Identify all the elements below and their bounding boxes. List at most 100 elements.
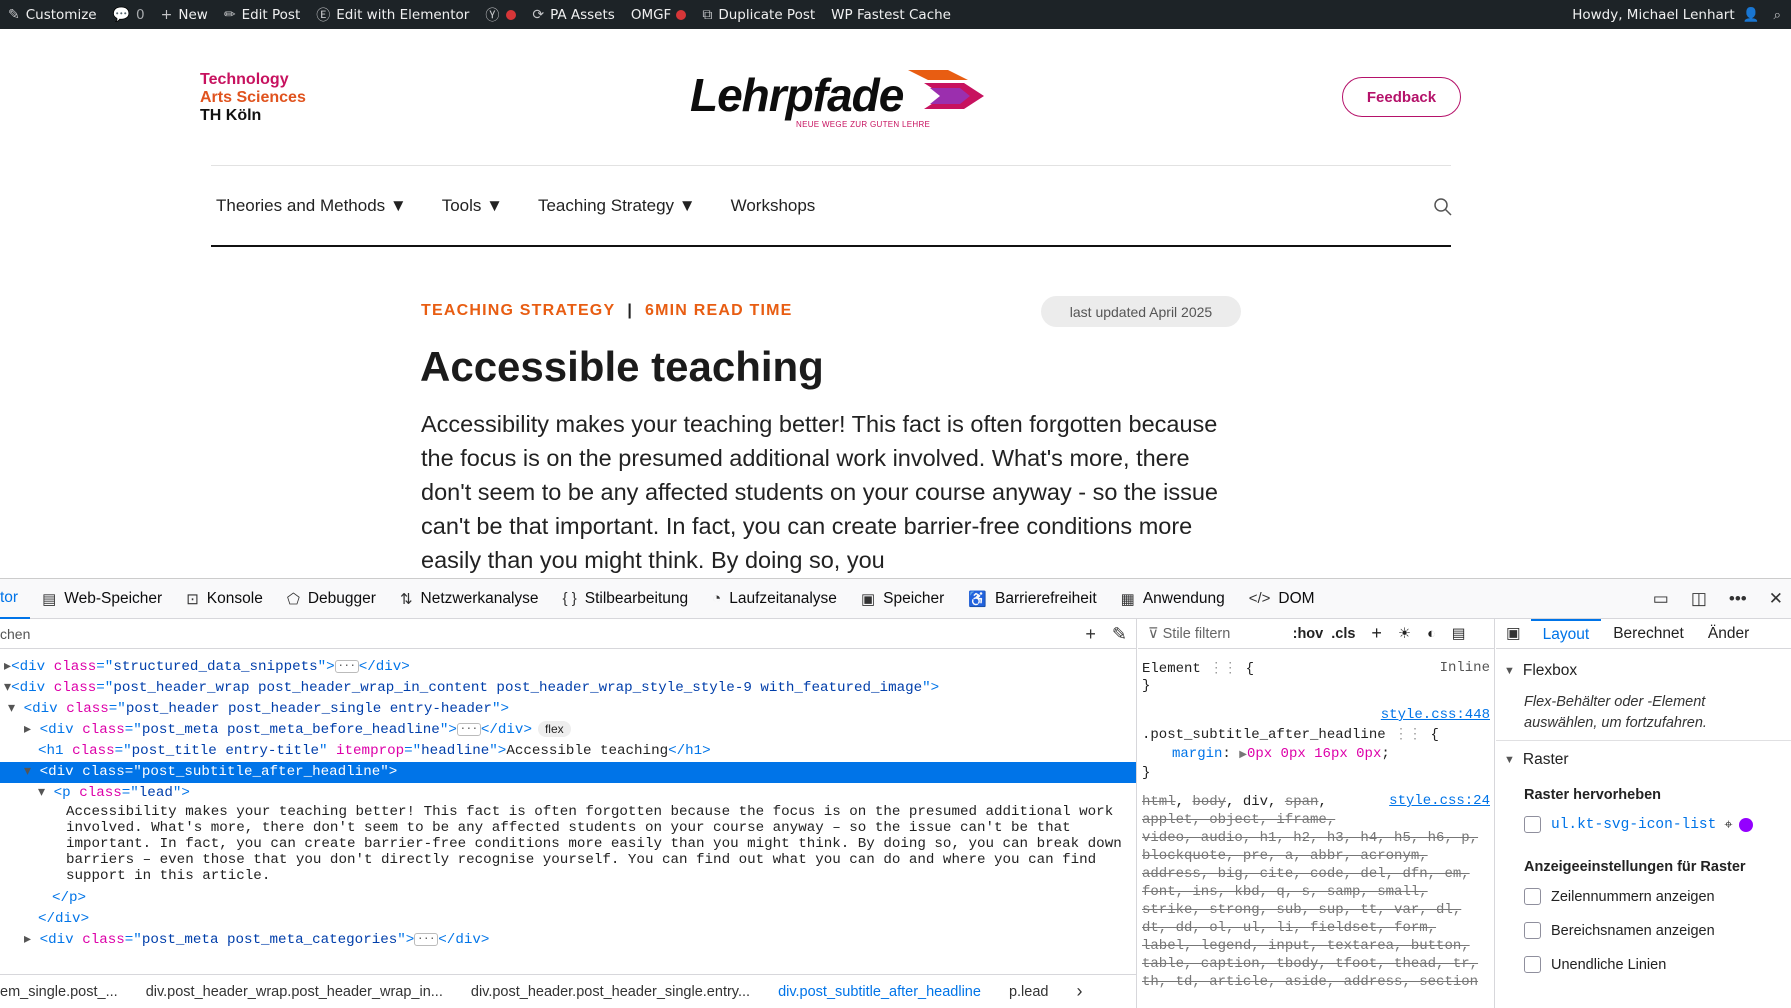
category-link[interactable]: TEACHING STRATEGY [421,302,615,320]
ellipsis-badge[interactable]: ··· [414,932,439,946]
comments-link[interactable]: 💬 0 [105,0,153,29]
filter-styles-input[interactable]: Stile filtern [1163,626,1283,642]
tab-storage[interactable]: ▤ Web-Speicher [30,579,174,619]
tab-inspector[interactable]: tor [0,579,31,619]
raster-section-header[interactable]: ▼ Raster [1504,751,1569,769]
eyedropper-icon[interactable]: ✎ [1112,624,1127,645]
breadcrumb-item[interactable]: div.post_header_wrap.post_header_wrap_in… [146,984,443,1000]
duplicate-post-label: Duplicate Post [718,6,816,23]
pa-assets-link[interactable]: ⟳ PA Assets [524,0,622,29]
comments-count: 0 [136,6,145,23]
yoast-link[interactable]: Ⓨ [477,0,524,29]
tab-layout[interactable]: Layout [1530,619,1602,649]
new-link[interactable]: + New [153,0,216,29]
flexbox-section-header[interactable]: ▼ Flexbox [1504,662,1577,680]
infinite-lines-checkbox[interactable] [1524,956,1541,973]
expand-arrow-icon[interactable]: ▸ [24,932,40,948]
tab-accessibility[interactable]: ♿ Barrierefreiheit [956,579,1108,619]
breadcrumb-item-active[interactable]: div.post_subtitle_after_headline [778,984,981,1000]
source-link[interactable]: style.css:448 [1381,707,1490,723]
tab-network[interactable]: ⇅ Netzwerkanalyse [388,579,551,619]
lehrpfade-logo[interactable]: Lehrpfade NEUE WEGE ZUR GUTEN LEHRE [690,64,984,134]
feedback-button[interactable]: Feedback [1342,77,1461,117]
nav-tools[interactable]: Tools ▼ [442,196,503,216]
tree-row[interactable]: </div> [0,909,1136,930]
expand-arrow-icon[interactable]: ▸ [24,722,40,738]
tree-row[interactable]: ▸ <div class="post_meta post_meta_catego… [0,930,1136,951]
nav-teaching-strategy[interactable]: Teaching Strategy ▼ [538,196,696,216]
tree-row[interactable]: ▸ <div class="post_meta post_meta_before… [0,720,1136,741]
search-icon[interactable] [1433,197,1453,217]
tab-application[interactable]: ▦ Anwendung [1109,579,1237,619]
chevron-right-icon[interactable]: › [1076,981,1082,1002]
tab-dom[interactable]: </> DOM [1237,579,1327,619]
th-koeln-logo[interactable]: Technology Arts Sciences TH Köln [200,71,306,125]
line-numbers-checkbox[interactable] [1524,888,1541,905]
tab-computed[interactable]: Berechnet [1601,619,1696,649]
option-line-numbers[interactable]: Zeilennummern anzeigen [1524,888,1715,905]
nav-theories-and-methods[interactable]: Theories and Methods ▼ [216,196,407,216]
option-area-names[interactable]: Bereichsnamen anzeigen [1524,922,1715,939]
hov-toggle[interactable]: :hov [1293,626,1324,642]
tab-performance[interactable]: ◔ Laufzeitanalyse [700,579,849,619]
collapse-arrow-icon[interactable]: ▾ [8,701,24,717]
dark-theme-icon[interactable]: ◐ [1427,626,1436,642]
more-icon[interactable]: ••• [1729,589,1747,609]
html-search-input[interactable]: chen + ✎ [0,619,1136,649]
console-icon: ⊡ [186,590,199,608]
devtools-window-controls: ▭ ◫ ••• ✕ [1631,579,1783,619]
collapse-arrow-icon[interactable]: ▾ [24,764,40,780]
howdy-label: Howdy, Michael Lenhart [1572,6,1735,23]
edit-post-link[interactable]: ✏ Edit Post [216,0,308,29]
add-rule-icon[interactable]: + [1371,623,1382,644]
grid-item-row[interactable]: ul.kt-svg-icon-list ⌖ [1524,816,1753,833]
ellipsis-badge[interactable]: ··· [456,722,481,736]
tree-row[interactable]: ▾ <div class="post_header post_header_si… [0,699,1136,720]
tab-changes[interactable]: Änder [1696,619,1761,649]
grid-color-swatch[interactable] [1738,817,1753,832]
user-avatar-icon: 👤 [1742,6,1760,23]
tree-row[interactable]: </p> [0,888,1136,909]
toggle-split-icon[interactable]: ▭ [1653,589,1669,609]
tab-style-editor[interactable]: { } Stilbearbeitung [551,579,701,619]
print-media-icon[interactable]: ▤ [1452,626,1466,642]
light-theme-icon[interactable]: ☀ [1398,626,1411,642]
tree-row[interactable] [0,649,1136,657]
area-names-checkbox[interactable] [1524,922,1541,939]
duplicate-post-link[interactable]: ⧉ Duplicate Post [694,0,823,29]
collapse-arrow-icon[interactable]: ▾ [38,785,54,801]
tree-row[interactable]: ▾<div class="post_header_wrap post_heade… [0,678,1136,699]
option-infinite-lines[interactable]: Unendliche Linien [1524,956,1666,973]
breadcrumb-item[interactable]: p.lead [1009,984,1049,1000]
logo-line-3: TH Köln [200,107,262,124]
add-node-icon[interactable]: + [1085,624,1096,645]
fastest-cache-link[interactable]: WP Fastest Cache [823,0,959,29]
tree-row[interactable]: ▾ <p class="lead"> [0,783,1136,804]
grid-item-checkbox[interactable] [1524,816,1541,833]
tree-row-selected[interactable]: ▾ <div class="post_subtitle_after_headli… [0,762,1136,783]
user-menu[interactable]: Howdy, Michael Lenhart 👤 ⌕ [1572,0,1781,29]
tab-debugger[interactable]: ⬠ Debugger [275,579,388,619]
selector-line: video, audio, h1, h2, h3, h4, h5, h6, p, [1142,830,1479,846]
nav-workshops[interactable]: Workshops [731,196,816,216]
rule-declaration[interactable]: margin: ▶0px 0px 16px 0px; [1172,746,1390,762]
raster-highlight-heading: Raster hervorheben [1524,787,1661,803]
tree-row[interactable]: <h1 class="post_title entry-title" itemp… [0,741,1136,762]
element-rule: Element ⋮⋮ { [1142,661,1255,677]
target-icon[interactable]: ⌖ [1724,817,1732,833]
tab-console[interactable]: ⊡ Konsole [174,579,275,619]
edit-elementor-link[interactable]: Ⓔ Edit with Elementor [308,0,477,29]
close-icon[interactable]: ✕ [1769,589,1783,609]
cls-toggle[interactable]: .cls [1331,626,1355,642]
customize-link[interactable]: ✎ Customize [0,0,105,29]
breadcrumb-item[interactable]: div.post_header.post_header_single.entry… [471,984,750,1000]
breadcrumb-item[interactable]: em_single.post_... [0,984,118,1000]
sidebar-toggle-icon[interactable]: ▣ [1496,624,1531,643]
flex-badge[interactable]: flex [537,721,571,737]
tree-row[interactable]: ▸<div class="structured_data_snippets"> ·… [0,657,1136,678]
ellipsis-badge[interactable]: ··· [334,659,359,673]
tab-memory[interactable]: ▣ Speicher [849,579,956,619]
search-icon[interactable]: ⌕ [1773,7,1781,23]
dock-icon[interactable]: ◫ [1691,589,1707,609]
omgf-link[interactable]: OMGF [623,0,695,29]
